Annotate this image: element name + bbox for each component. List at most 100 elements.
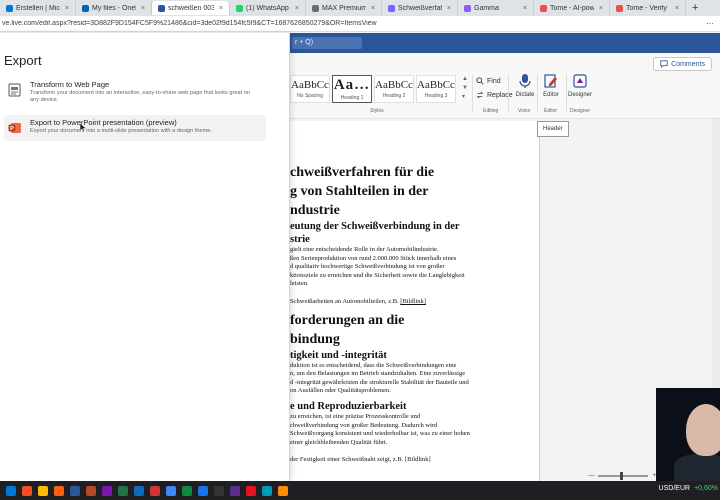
doc-title-line: chweißverfahren für die — [290, 165, 435, 180]
gallery-scroll-icon[interactable]: ▲ ▼ ▾ — [462, 75, 468, 102]
paragraph-line: zu erreichen, ist eine präzise Prozessko… — [290, 412, 421, 420]
option-text: Export to PowerPoint presentation (previ… — [30, 118, 212, 135]
tab-close-icon[interactable]: × — [371, 5, 375, 12]
tab-close-icon[interactable]: × — [219, 5, 223, 12]
header-tag[interactable]: Header — [537, 121, 569, 137]
address-bar[interactable]: ve.live.com/edit.aspx?resid=3D882F9D154F… — [0, 16, 720, 32]
zoom-control: — + — [290, 470, 656, 481]
zoom-out-button[interactable]: — — [588, 473, 594, 479]
browser-tab[interactable]: My files - OneDriv × — [76, 1, 152, 15]
browser-tab[interactable]: Tome - Verify × — [610, 1, 686, 15]
option-title: Transform to Web Page — [30, 80, 110, 89]
taskbar-app-icon[interactable] — [230, 485, 240, 496]
taskbar-app-icon[interactable] — [262, 485, 272, 496]
designer-button[interactable]: Designer — [566, 73, 594, 98]
document-page[interactable]: chweißverfahren für die g von Stahlteile… — [290, 121, 540, 481]
subsection-heading: e und Reproduzierbarkeit — [290, 400, 407, 412]
paragraph-line: Schweißvorgang konsistent und wiederholb… — [290, 430, 470, 438]
tab-label: Tome - Verify — [626, 4, 667, 12]
taskbar-app-icon[interactable] — [38, 485, 48, 496]
style-tile[interactable]: AaBbCc Heading 3 — [416, 75, 456, 103]
document-body[interactable]: chweißverfahren für die g von Stahlteile… — [290, 163, 538, 465]
style-preview: AaBbCc — [375, 78, 413, 91]
ribbon-divider — [472, 75, 473, 111]
comment-icon — [660, 60, 668, 68]
taskbar-app-icon[interactable] — [214, 485, 224, 496]
browser-tab[interactable]: MAX Premium - ( × — [306, 1, 382, 15]
style-tile[interactable]: AaBbCc No Spacing — [290, 75, 330, 103]
section-heading: eutung der Schweißverbindung in der — [290, 221, 460, 232]
tab-close-icon[interactable]: × — [675, 5, 679, 12]
ticker-label: USD/EUR — [658, 485, 691, 492]
tab-close-icon[interactable]: × — [295, 5, 299, 12]
browser-tab-strip: Erstellen | Microso×My files - OneDriv×s… — [0, 0, 720, 16]
taskbar-app-icon[interactable] — [118, 485, 128, 496]
tab-label: My files - OneDriv — [92, 4, 136, 12]
style-preview: Aa… — [333, 76, 371, 93]
image-caption: der Festigkeit einer Schweißnaht zeigt, … — [290, 456, 431, 464]
taskbar-app-icon[interactable] — [102, 485, 112, 496]
taskbar-app-icon[interactable] — [70, 485, 80, 496]
zoom-slider[interactable] — [598, 471, 649, 480]
dictate-button[interactable]: Dictate — [511, 73, 539, 98]
editor-button[interactable]: Editor — [537, 73, 565, 98]
paragraph-line: leisten. — [290, 280, 309, 288]
tab-close-icon[interactable]: × — [523, 5, 527, 12]
browser-tab[interactable]: Gamma × — [458, 1, 534, 15]
browser-menu-icon[interactable]: ⋯ — [706, 19, 714, 28]
mouse-cursor-icon — [80, 123, 86, 132]
paragraph-line: einer gleichbleibenden Qualität führt. — [290, 438, 388, 446]
taskbar-app-icon[interactable] — [6, 485, 16, 496]
editor-pen-icon — [544, 74, 557, 88]
tab-close-icon[interactable]: × — [447, 5, 451, 12]
browser-tab[interactable]: schweißen 003.do × — [152, 1, 230, 15]
subsection-heading: tigkeit und -integrität — [290, 349, 387, 361]
tab-favicon-icon — [388, 4, 395, 12]
taskbar-app-icon[interactable] — [166, 485, 176, 496]
style-tile[interactable]: Aa… Heading 1 — [332, 75, 372, 103]
tab-favicon-icon — [464, 4, 471, 12]
taskbar-app-icon[interactable] — [198, 485, 208, 496]
market-ticker[interactable]: USD/EUR +0,60% — [659, 485, 718, 492]
export-title: Export — [4, 53, 42, 68]
transform-web-page-option[interactable]: Transform to Web Page Transform your doc… — [4, 77, 266, 103]
taskbar-app-icon[interactable] — [182, 485, 192, 496]
taskbar-app-icon[interactable] — [246, 485, 256, 496]
tab-favicon-icon — [158, 4, 165, 12]
group-label-styles: Styles — [370, 108, 384, 114]
comments-button[interactable]: Comments — [653, 57, 712, 71]
browser-tab[interactable]: (1) WhatsApp × — [230, 1, 306, 15]
address-url[interactable]: ve.live.com/edit.aspx?resid=3D882F9D154F… — [0, 20, 377, 27]
paragraph-line: d -integrität gewährleisten die struktur… — [290, 378, 469, 386]
taskbar-app-icon[interactable] — [54, 485, 64, 496]
browser-tab[interactable]: Erstellen | Microso × — [0, 1, 76, 15]
export-powerpoint-option[interactable]: P Export to PowerPoint presentation (pre… — [4, 115, 266, 141]
taskbar-app-icon[interactable] — [150, 485, 160, 496]
paragraph-line: gielt eine entscheidende Rolle in der Au… — [290, 246, 439, 253]
browser-tab[interactable]: Tome - AI-powere × — [534, 1, 610, 15]
find-button[interactable]: Find — [476, 77, 501, 85]
tab-label: Erstellen | Microso — [16, 4, 60, 12]
browser-tab[interactable]: Schweißverfahren × — [382, 1, 458, 15]
option-description: any device. — [30, 97, 59, 103]
tab-label: MAX Premium - ( — [322, 4, 366, 12]
tab-favicon-icon — [236, 4, 243, 12]
doc-title-line: ndustrie — [290, 203, 340, 218]
new-tab-button[interactable]: + — [686, 2, 704, 14]
tab-close-icon[interactable]: × — [65, 5, 69, 12]
search-input[interactable]: r + Q) — [292, 37, 362, 49]
powerpoint-icon: P — [8, 123, 21, 133]
tab-close-icon[interactable]: × — [599, 5, 603, 12]
taskbar-app-icon[interactable] — [278, 485, 288, 496]
styles-gallery: AaBbCc No Spacing Aa… Heading 1 AaBbCc Headin… — [290, 75, 462, 105]
style-tile[interactable]: AaBbCc Heading 2 — [374, 75, 414, 103]
taskbar-app-icon[interactable] — [86, 485, 96, 496]
tab-close-icon[interactable]: × — [141, 5, 145, 12]
screen: Erstellen | Microso×My files - OneDriv×s… — [0, 0, 720, 500]
image-link[interactable]: [Bildlink] — [400, 298, 426, 305]
zoom-slider-thumb[interactable] — [620, 471, 624, 480]
tab-label: (1) WhatsApp — [246, 4, 289, 12]
taskbar-app-icon[interactable] — [134, 485, 144, 496]
taskbar-app-icon[interactable] — [22, 485, 32, 496]
